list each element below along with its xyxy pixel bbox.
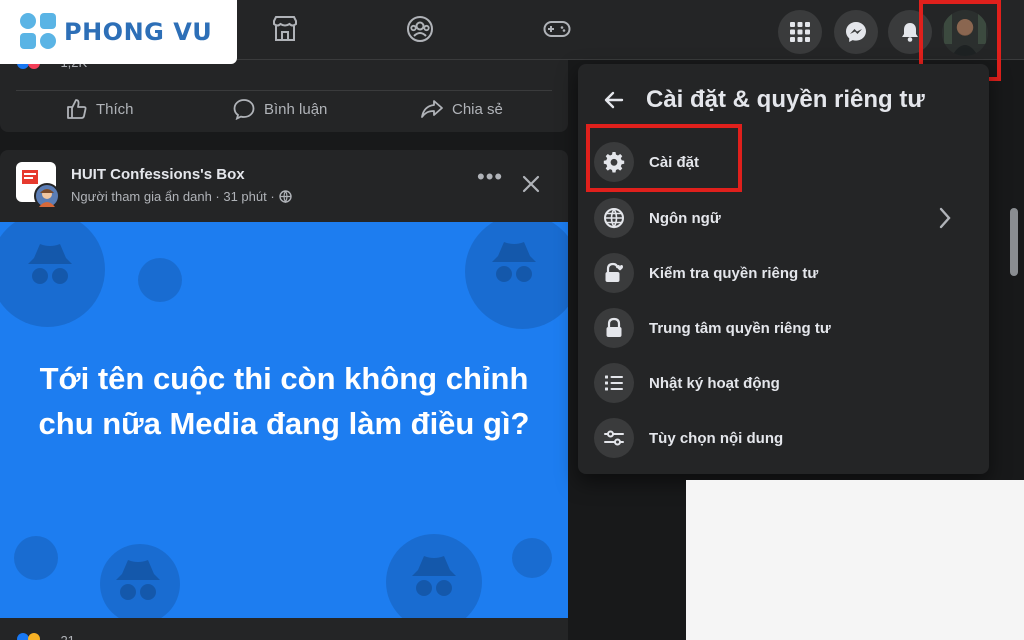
anonymous-avatar [34, 183, 60, 209]
spy-hat-icon [116, 560, 160, 600]
share-label: Chia sẻ [452, 100, 503, 118]
settings-highlight-box [586, 124, 742, 192]
post-image[interactable]: Tới tên cuộc thi còn không chỉnh chu nữa… [0, 222, 568, 618]
reaction-icons [17, 633, 40, 640]
comment-icon [233, 99, 255, 120]
more-options-icon[interactable]: ••• [477, 166, 503, 188]
chevron-right-icon [939, 207, 951, 229]
brand-logo: PHONG VU [0, 0, 237, 64]
post-meta-text: Người tham gia ẩn danh · 31 phút · [71, 189, 275, 204]
like-button[interactable]: Thích [66, 98, 134, 120]
menu-item-label: Ngôn ngữ [649, 209, 721, 227]
menu-title: Cài đặt & quyền riêng tư [646, 86, 925, 113]
menu-item-label: Tùy chọn nội dung [649, 429, 784, 447]
share-button[interactable]: Chia sẻ [420, 98, 503, 120]
page-name[interactable]: HUIT Confessions's Box [71, 166, 245, 183]
menu-item-label: Nhật ký hoạt động [649, 374, 780, 392]
post-meta: Người tham gia ẩn danh · 31 phút · [71, 189, 292, 204]
action-divider [16, 90, 552, 91]
post-card: HUIT Confessions's Box Người tham gia ẩn… [0, 150, 568, 640]
menu-item-activity-log[interactable]: Nhật ký hoạt động [594, 357, 974, 409]
spy-hat-icon [492, 242, 536, 282]
globe-icon [278, 190, 292, 203]
spy-hat-icon [412, 556, 456, 596]
comment-label: Bình luận [264, 100, 328, 118]
like-icon [67, 99, 87, 119]
brand-logo-icon [20, 13, 58, 51]
lock-icon [594, 308, 634, 348]
sliders-icon [594, 418, 634, 458]
messenger-icon[interactable] [834, 10, 878, 54]
lock-heart-icon [594, 253, 634, 293]
page-scrollbar[interactable] [1010, 208, 1018, 276]
previous-post-card: 1,2K Thích Bình luận Chia sẻ [0, 55, 568, 132]
comment-button[interactable]: Bình luận [232, 98, 327, 120]
spy-hat-icon [28, 244, 72, 284]
menu-item-privacy-checkup[interactable]: Kiểm tra quyền riêng tư [594, 247, 974, 299]
list-icon [594, 363, 634, 403]
blank-panel [686, 480, 1024, 640]
menu-item-language[interactable]: Ngôn ngữ [594, 192, 974, 244]
spy-decoration-icon [512, 538, 552, 578]
groups-icon[interactable] [405, 14, 435, 44]
menu-grid-icon[interactable] [778, 10, 822, 54]
marketplace-icon[interactable] [270, 14, 300, 44]
like-label: Thích [96, 100, 134, 118]
menu-item-privacy-center[interactable]: Trung tâm quyền riêng tư [594, 302, 974, 354]
globe-icon [594, 198, 634, 238]
post-image-text: Tới tên cuộc thi còn không chỉnh chu nữa… [38, 361, 530, 441]
post-reaction-count: 21 [60, 633, 74, 640]
menu-item-label: Kiểm tra quyền riêng tư [649, 264, 819, 282]
post-reaction-summary: 21 [16, 632, 552, 640]
brand-name: PHONG VU [64, 18, 213, 46]
gaming-icon[interactable] [542, 14, 572, 44]
spy-decoration-icon [14, 536, 58, 580]
spy-decoration-icon [138, 258, 182, 302]
share-icon [421, 100, 443, 118]
menu-item-label: Trung tâm quyền riêng tư [649, 319, 831, 337]
menu-item-content-preferences[interactable]: Tùy chọn nội dung [594, 412, 974, 464]
menu-header: Cài đặt & quyền riêng tư [602, 86, 925, 114]
close-icon[interactable] [519, 172, 543, 196]
back-arrow-icon[interactable] [602, 88, 626, 112]
